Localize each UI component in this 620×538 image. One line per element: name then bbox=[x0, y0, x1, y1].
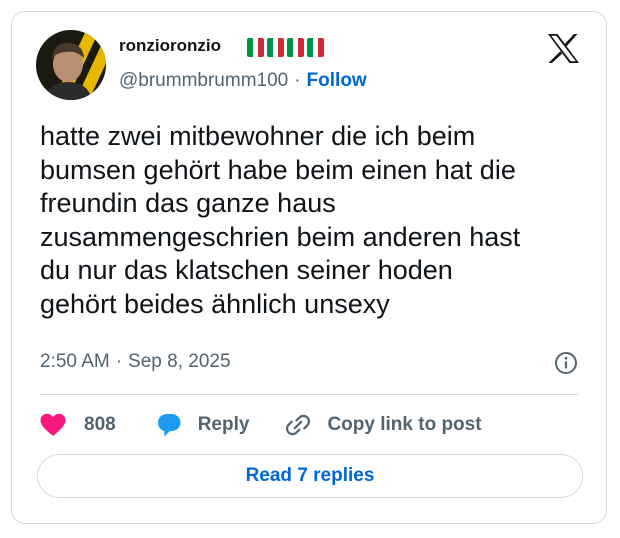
tweet-timestamp[interactable]: 2:50 AM · Sep 8, 2025 bbox=[40, 351, 231, 373]
separator-dot: · bbox=[115, 351, 123, 372]
heart-icon bbox=[40, 413, 66, 436]
italy-flag-icon bbox=[287, 38, 304, 57]
user-handle[interactable]: @brummbrumm100 bbox=[119, 70, 288, 91]
italy-flag-icon bbox=[267, 38, 284, 57]
reply-button[interactable]: Reply bbox=[156, 412, 250, 438]
copy-link-button[interactable]: Copy link to post bbox=[285, 412, 482, 438]
like-button[interactable]: 808 bbox=[40, 413, 116, 437]
reply-label: Reply bbox=[197, 414, 250, 435]
x-logo-icon[interactable] bbox=[548, 34, 579, 63]
separator-dot: · bbox=[294, 70, 301, 91]
italy-flag-icon bbox=[307, 38, 324, 57]
avatar[interactable] bbox=[36, 30, 106, 100]
flag-emoji-group bbox=[247, 38, 324, 57]
action-bar: 808 Reply Copy link to post bbox=[40, 410, 482, 440]
info-icon[interactable] bbox=[554, 351, 578, 375]
italy-flag-icon bbox=[247, 38, 264, 57]
follow-link[interactable]: Follow bbox=[307, 70, 367, 91]
tweet-time: 2:50 AM bbox=[40, 351, 110, 372]
read-replies-label: Read 7 replies bbox=[245, 465, 375, 486]
handle-row: @brummbrumm100 · Follow bbox=[119, 70, 367, 92]
tweet-date: Sep 8, 2025 bbox=[128, 351, 231, 372]
like-count: 808 bbox=[84, 414, 116, 435]
tweet-text: hatte zwei mitbewohner die ich beim bums… bbox=[40, 121, 521, 319]
display-name[interactable]: ronzioronzio bbox=[119, 36, 221, 56]
divider bbox=[40, 394, 578, 395]
link-icon bbox=[286, 414, 311, 436]
read-replies-button[interactable]: Read 7 replies bbox=[37, 454, 583, 498]
tweet-card: ronzioronzio @brummbrumm100 · Follow hatte… bbox=[11, 11, 607, 524]
copy-link-label: Copy link to post bbox=[327, 414, 482, 435]
reply-bubble-icon bbox=[157, 414, 181, 437]
